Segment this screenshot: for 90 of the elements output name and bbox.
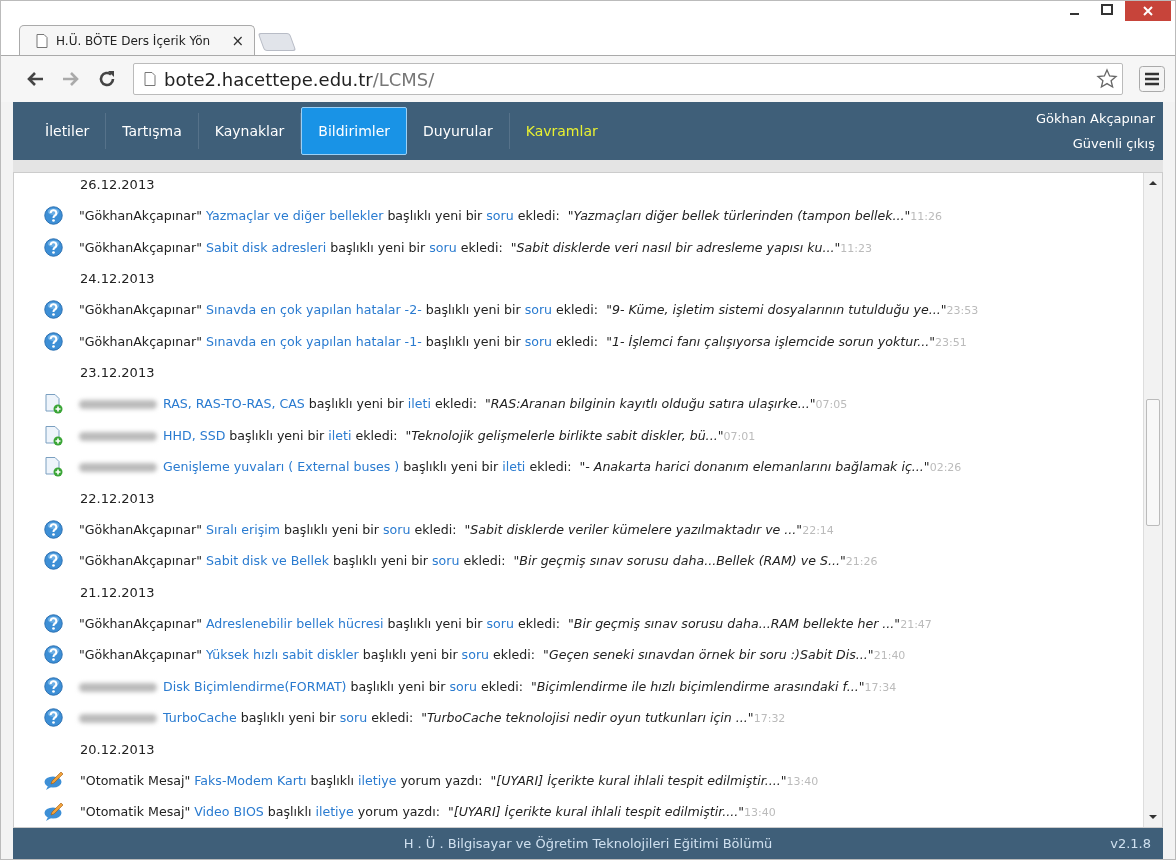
- notification-text: "GökhanAkçapınar" Yazmaçlar ve diğer bellekler başlıklı yeni bir soru ekledi: "Yazmaçları diğer bellek türlerinden (tampon bellek..."11:26: [79, 207, 942, 225]
- version-label: v2.1.8: [1110, 836, 1151, 851]
- reload-icon[interactable]: [97, 69, 117, 89]
- scroll-up-icon[interactable]: [1148, 179, 1158, 187]
- question-icon: [44, 300, 63, 319]
- date-heading: 26.12.2013: [79, 176, 156, 194]
- question-icon: [44, 645, 63, 664]
- notification-text: Disk Biçimlendirme(FORMAT) başlıklı yeni bir soru ekledi: "Biçimlendirme ile hızlı biçimlendirme arasındaki f..."17:34: [79, 676, 897, 697]
- type-link[interactable]: iletiye: [358, 772, 397, 788]
- footer-text: H . Ü . Bilgisayar ve Öğretim Teknolojileri Eğitimi Bölümü: [403, 836, 773, 851]
- question-icon: [44, 331, 63, 351]
- nav-tab[interactable]: Tartışma: [106, 113, 199, 149]
- notification-text: "GökhanAkçapınar" Yüksek hızlı sabit diskler başlıklı yeni bir soru ekledi: "Geçen seneki sınavdan örnek bir soru :)Sabit Dis..."21:40: [79, 646, 906, 664]
- tab-title: H.Ü. BÖTE Ders İçerik Yön: [56, 33, 212, 48]
- title-link[interactable]: Sabit disk ve Bellek: [205, 553, 330, 568]
- type-link[interactable]: soru: [524, 302, 553, 317]
- question-icon: [44, 708, 63, 727]
- title-link[interactable]: Disk Biçimlendirme(FORMAT): [163, 678, 347, 694]
- title-link[interactable]: Yazmaçlar ve diğer bellekler: [205, 208, 384, 223]
- type-link[interactable]: ileti: [328, 427, 352, 443]
- question-icon: [44, 676, 63, 696]
- title-link[interactable]: RAS, RAS-TO-RAS, CAS: [163, 396, 305, 411]
- date-heading: 24.12.2013: [79, 270, 156, 288]
- type-link[interactable]: soru: [432, 553, 460, 568]
- nav-tab[interactable]: Bildirimler: [301, 107, 408, 155]
- date-heading: 21.12.2013: [79, 583, 156, 602]
- close-tab-button[interactable]: ×: [231, 31, 244, 50]
- question-icon: [44, 237, 63, 257]
- document-add-icon: [44, 425, 63, 446]
- scrollbar[interactable]: [1143, 173, 1162, 827]
- logout-link[interactable]: Güvenli çıkış: [1072, 136, 1155, 151]
- title-link[interactable]: TurboCache: [163, 710, 237, 725]
- nav-tab[interactable]: İletiler: [29, 113, 107, 149]
- notification-text: "GökhanAkçapınar" Sınavda en çok yapılan hatalar -2- başlıklı yeni bir soru ekledi: "9- Küme, işletim sistemi dosyalarının tutulduğu ye..."23:53: [79, 301, 979, 319]
- notification-text: HHD, SSD başlıklı yeni bir ileti ekledi: "Teknolojik gelişmelerle birlikte sabit diskler, bü..."07:01: [79, 425, 756, 446]
- notification-text: "GökhanAkçapınar" Sabit disk adresleri başlıklı yeni bir soru ekledi: "Sabit disklerde veri nasıl bir adresleme yapısı ku..."11:23: [79, 238, 872, 257]
- type-link[interactable]: soru: [339, 710, 368, 725]
- nav-tab[interactable]: Kavramlar: [509, 113, 614, 149]
- notification-text: "Otomatik Mesaj" Faks-Modem Kartı başlıklı iletiye yorum yazdı: "[UYARI] İçerikte kural ihlali tespit edilmiştir...."13:40: [80, 771, 819, 790]
- type-link[interactable]: soru: [486, 208, 514, 223]
- close-icon[interactable]: [1125, 1, 1171, 21]
- menu-icon[interactable]: [1139, 66, 1165, 92]
- nav-tab[interactable]: Duyurular: [407, 113, 510, 149]
- title-link[interactable]: Video BIOS: [194, 804, 264, 819]
- type-link[interactable]: ileti: [407, 396, 431, 411]
- type-link[interactable]: soru: [383, 521, 411, 537]
- title-link[interactable]: Genişleme yuvaları ( External buses ): [163, 459, 400, 474]
- browser-tab[interactable]: H.Ü. BÖTE Ders İçerik Yön ×: [19, 25, 255, 55]
- title-link[interactable]: Yüksek hızlı sabit diskler: [205, 647, 359, 662]
- question-icon: [44, 613, 63, 633]
- notification-text: Genişleme yuvaları ( External buses ) başlıklı yeni bir ileti ekledi: "- Anakarta harici donanım elemanlarını bağlamak iç..."02:26: [79, 457, 962, 477]
- page-icon: [36, 33, 48, 48]
- scrollbar-thumb[interactable]: [1146, 399, 1160, 526]
- type-link[interactable]: soru: [486, 615, 514, 631]
- comment-pencil-icon: [44, 770, 64, 790]
- type-link[interactable]: soru: [429, 239, 457, 255]
- document-add-icon: [44, 394, 63, 414]
- question-icon: [44, 519, 63, 539]
- title-link[interactable]: Adreslenebilir bellek hücresi: [205, 615, 384, 631]
- notification-text: "GökhanAkçapınar" Sınavda en çok yapılan hatalar -1- başlıklı yeni bir soru ekledi: "1- İşlemci fanı çalışıyorsa işlemcide sorun yoktur..."23:51: [79, 332, 967, 351]
- date-heading: 22.12.2013: [79, 489, 156, 508]
- document-add-icon: [44, 457, 63, 477]
- notification-text: "GökhanAkçapınar" Adreslenebilir bellek hücresi başlıklı yeni bir soru ekledi: "Bir geçmiş sınav sorusu daha...RAM bellekte her ..."21:47: [79, 614, 932, 633]
- title-link[interactable]: HHD, SSD: [163, 427, 226, 443]
- title-link[interactable]: Sınavda en çok yapılan hatalar -1-: [205, 333, 422, 349]
- title-link[interactable]: Faks-Modem Kartı: [194, 772, 307, 788]
- type-link[interactable]: ileti: [502, 459, 526, 474]
- title-link[interactable]: Sıralı erişim: [205, 521, 281, 537]
- notification-text: TurboCache başlıklı yeni bir soru ekledi: "TurboCache teknolojisi nedir oyun tutkunları için ..."17:32: [79, 708, 786, 728]
- question-icon: [44, 206, 63, 225]
- date-heading: 20.12.2013: [79, 740, 156, 759]
- notification-text: RAS, RAS-TO-RAS, CAS başlıklı yeni bir ileti ekledi: "RAS:Aranan bilginin kayıtlı olduğu satıra ulaşırke..."07:05: [79, 394, 848, 414]
- comment-pencil-icon: [44, 802, 64, 821]
- notification-text: "GökhanAkçapınar" Sıralı erişim başlıklı yeni bir soru ekledi: "Sabit disklerde veriler kümelere yazılmaktadır ve ..."22:14: [79, 520, 834, 539]
- title-link[interactable]: Sabit disk adresleri: [205, 239, 327, 255]
- user-name: Gökhan Akçapınar: [1035, 111, 1155, 126]
- scroll-down-icon[interactable]: [1148, 813, 1158, 821]
- question-icon: [44, 551, 63, 570]
- type-link[interactable]: soru: [449, 678, 477, 694]
- type-link[interactable]: iletiye: [315, 804, 354, 819]
- title-link[interactable]: Sınavda en çok yapılan hatalar -2-: [205, 302, 422, 317]
- page-icon: [144, 72, 156, 86]
- notification-text: "GökhanAkçapınar" Sabit disk ve Bellek başlıklı yeni bir soru ekledi: "Bir geçmiş sınav sorusu daha...Bellek (RAM) ve S..."21:26: [79, 552, 878, 570]
- date-heading: 23.12.2013: [79, 364, 156, 382]
- notification-text: "Otomatik Mesaj" Video BIOS başlıklı iletiye yorum yazdı: "[UYARI] İçerikte kural ihlali tespit edilmiştir...."13:40: [80, 803, 776, 821]
- star-icon[interactable]: [1096, 68, 1118, 90]
- type-link[interactable]: soru: [461, 647, 490, 662]
- address-field[interactable]: bote2.hacettepe.edu.tr/LCMS/: [133, 63, 1123, 95]
- back-icon[interactable]: [25, 70, 45, 88]
- type-link[interactable]: soru: [524, 333, 553, 349]
